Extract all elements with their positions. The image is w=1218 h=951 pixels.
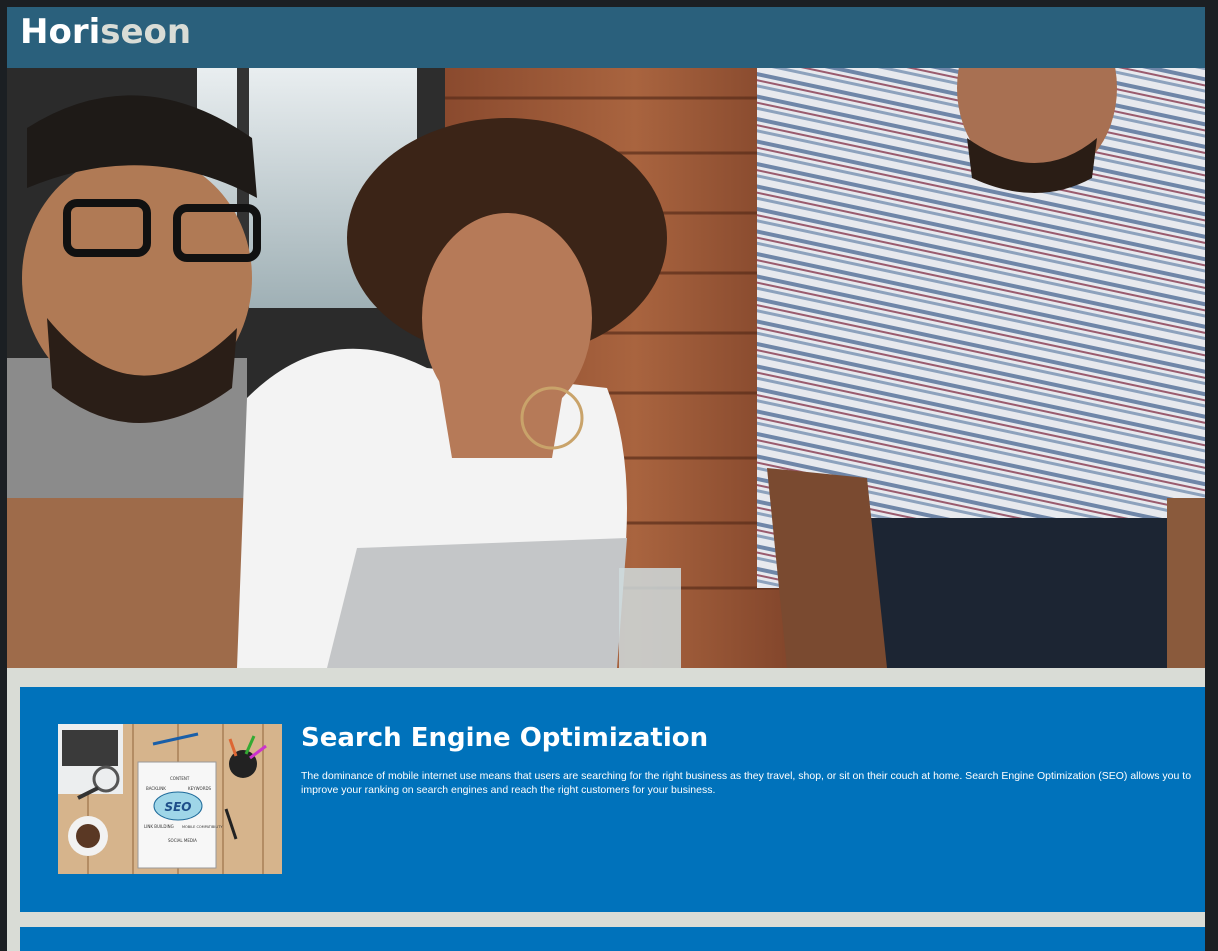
svg-text:CONTENT: CONTENT bbox=[170, 776, 190, 781]
hero-image bbox=[7, 68, 1205, 668]
seo-section: SEO CONTENT BACKLINK KEYWORDS LINK BUILD… bbox=[20, 687, 1205, 912]
site-logo[interactable]: Horiseon bbox=[20, 15, 191, 49]
next-section bbox=[20, 927, 1205, 951]
logo-accent: seon bbox=[100, 12, 192, 52]
hero-photo-icon bbox=[7, 68, 1205, 668]
seo-thumbnail: SEO CONTENT BACKLINK KEYWORDS LINK BUILD… bbox=[58, 724, 282, 874]
page: Horiseon SEO CONTENT BACKLINK KEYWORDS L… bbox=[7, 7, 1205, 951]
svg-text:KEYWORDS: KEYWORDS bbox=[188, 786, 212, 791]
svg-text:LINK BUILDING: LINK BUILDING bbox=[144, 824, 174, 829]
seo-image-icon: SEO CONTENT BACKLINK KEYWORDS LINK BUILD… bbox=[58, 724, 282, 874]
svg-text:BACKLINK: BACKLINK bbox=[146, 786, 166, 791]
svg-text:MOBILE COMPATIBILITY: MOBILE COMPATIBILITY bbox=[182, 825, 223, 829]
section-text: The dominance of mobile internet use mea… bbox=[301, 770, 1192, 796]
site-header: Horiseon bbox=[7, 7, 1205, 68]
thumb-badge: SEO bbox=[164, 800, 191, 814]
svg-text:SOCIAL MEDIA: SOCIAL MEDIA bbox=[168, 838, 197, 843]
section-title: Search Engine Optimization bbox=[301, 723, 709, 753]
logo-main: Hori bbox=[20, 12, 101, 52]
